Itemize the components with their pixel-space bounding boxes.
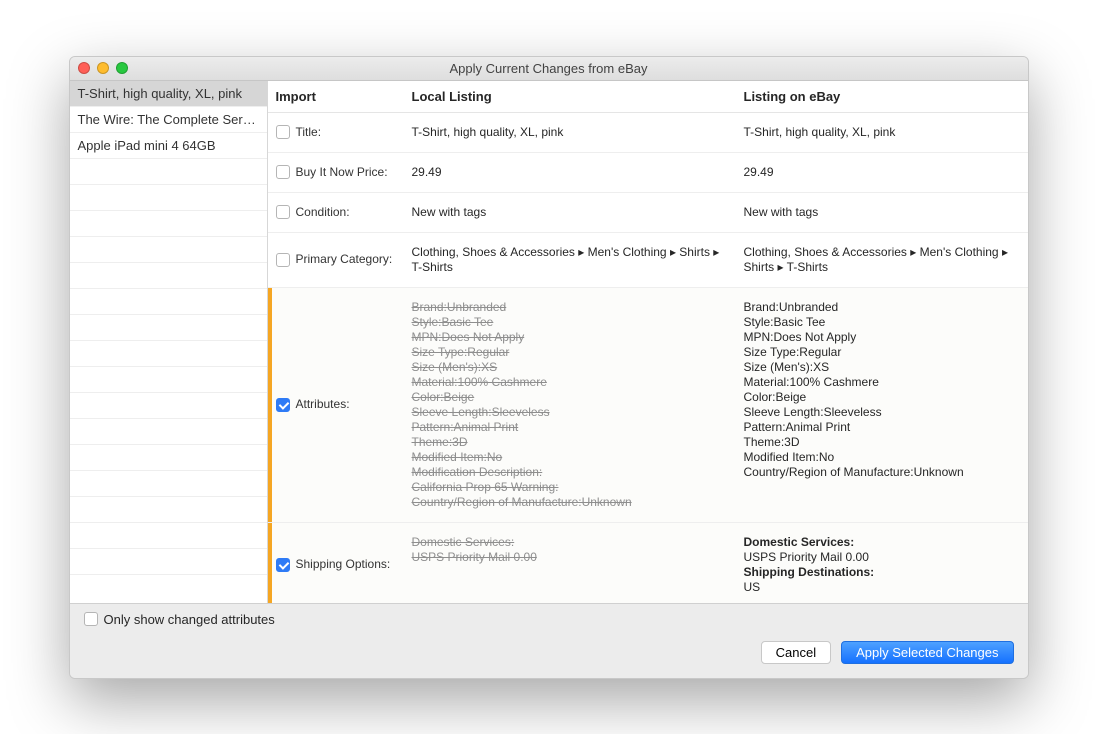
sidebar-item[interactable] — [70, 263, 267, 289]
compare-row-primary-category: Primary Category: Clothing, Shoes & Acces… — [268, 233, 1028, 288]
local-value: New with tags — [412, 205, 744, 220]
minimize-icon[interactable] — [97, 62, 109, 74]
row-label: Condition: — [296, 205, 350, 220]
row-label: Shipping Options: — [296, 557, 391, 572]
local-value: Brand:UnbrandedStyle:Basic TeeMPN:Does N… — [412, 300, 744, 510]
titlebar: Apply Current Changes from eBay — [70, 57, 1028, 81]
remote-value: Clothing, Shoes & Accessories ▸ Men's Cl… — [744, 245, 1020, 275]
sidebar-item[interactable]: The Wire: The Complete Series… — [70, 107, 267, 133]
sidebar-item[interactable] — [70, 185, 267, 211]
sidebar-item[interactable] — [70, 419, 267, 445]
local-value: Clothing, Shoes & Accessories ▸ Men's Cl… — [412, 245, 744, 275]
cancel-button[interactable]: Cancel — [761, 641, 831, 664]
compare-row-condition: Condition: New with tagsNew with tags — [268, 193, 1028, 233]
sidebar-item[interactable] — [70, 445, 267, 471]
header-local: Local Listing — [412, 89, 744, 104]
import-checkbox-shipping[interactable] — [276, 558, 290, 572]
window-controls — [78, 62, 128, 74]
row-label: Attributes: — [296, 397, 350, 412]
column-headers: Import Local Listing Listing on eBay — [268, 81, 1028, 113]
header-import: Import — [276, 89, 412, 104]
remote-value: T-Shirt, high quality, XL, pink — [744, 125, 1020, 140]
row-label: Primary Category: — [296, 252, 393, 267]
sidebar-item[interactable] — [70, 549, 267, 575]
footer: Only show changed attributes Cancel Appl… — [70, 603, 1028, 678]
listing-sidebar: T-Shirt, high quality, XL, pinkThe Wire:… — [70, 81, 268, 603]
comparison-table: Import Local Listing Listing on eBay Tit… — [268, 81, 1028, 603]
import-checkbox-condition[interactable] — [276, 205, 290, 219]
compare-row-title: Title: T-Shirt, high quality, XL, pinkT-S… — [268, 113, 1028, 153]
sidebar-item[interactable] — [70, 289, 267, 315]
compare-row-shipping: Shipping Options: Domestic Services:USPS … — [268, 523, 1028, 603]
row-label: Buy It Now Price: — [296, 165, 388, 180]
sidebar-item[interactable] — [70, 315, 267, 341]
close-icon[interactable] — [78, 62, 90, 74]
only-changed-checkbox[interactable] — [84, 612, 98, 626]
sidebar-item[interactable] — [70, 523, 267, 549]
import-checkbox-attributes[interactable] — [276, 398, 290, 412]
sidebar-item[interactable]: T-Shirt, high quality, XL, pink — [70, 81, 267, 107]
compare-row-buy-it-now: Buy It Now Price: 29.4929.49 — [268, 153, 1028, 193]
window-title: Apply Current Changes from eBay — [450, 61, 648, 76]
content-area: T-Shirt, high quality, XL, pinkThe Wire:… — [70, 81, 1028, 603]
import-checkbox-title[interactable] — [276, 125, 290, 139]
sidebar-item[interactable] — [70, 211, 267, 237]
compare-row-attributes: Attributes: Brand:UnbrandedStyle:Basic Te… — [268, 288, 1028, 523]
remote-value: Domestic Services:USPS Priority Mail 0.0… — [744, 535, 1020, 595]
zoom-icon[interactable] — [116, 62, 128, 74]
sidebar-item[interactable] — [70, 341, 267, 367]
local-value: T-Shirt, high quality, XL, pink — [412, 125, 744, 140]
sidebar-item[interactable] — [70, 393, 267, 419]
sidebar-item[interactable] — [70, 367, 267, 393]
apply-button[interactable]: Apply Selected Changes — [841, 641, 1013, 664]
sidebar-item[interactable] — [70, 237, 267, 263]
remote-value: 29.49 — [744, 165, 1020, 180]
sidebar-item[interactable]: Apple iPad mini 4 64GB — [70, 133, 267, 159]
only-changed-label: Only show changed attributes — [104, 612, 275, 627]
sidebar-item[interactable] — [70, 159, 267, 185]
remote-value: Brand:UnbrandedStyle:Basic TeeMPN:Does N… — [744, 300, 1020, 510]
import-checkbox-primary-category[interactable] — [276, 253, 290, 267]
local-value: Domestic Services:USPS Priority Mail 0.0… — [412, 535, 744, 595]
header-remote: Listing on eBay — [744, 89, 1020, 104]
import-checkbox-buy-it-now[interactable] — [276, 165, 290, 179]
sidebar-item[interactable] — [70, 471, 267, 497]
sidebar-item[interactable] — [70, 497, 267, 523]
local-value: 29.49 — [412, 165, 744, 180]
remote-value: New with tags — [744, 205, 1020, 220]
row-label: Title: — [296, 125, 322, 140]
dialog-window: Apply Current Changes from eBay T-Shirt,… — [69, 56, 1029, 679]
